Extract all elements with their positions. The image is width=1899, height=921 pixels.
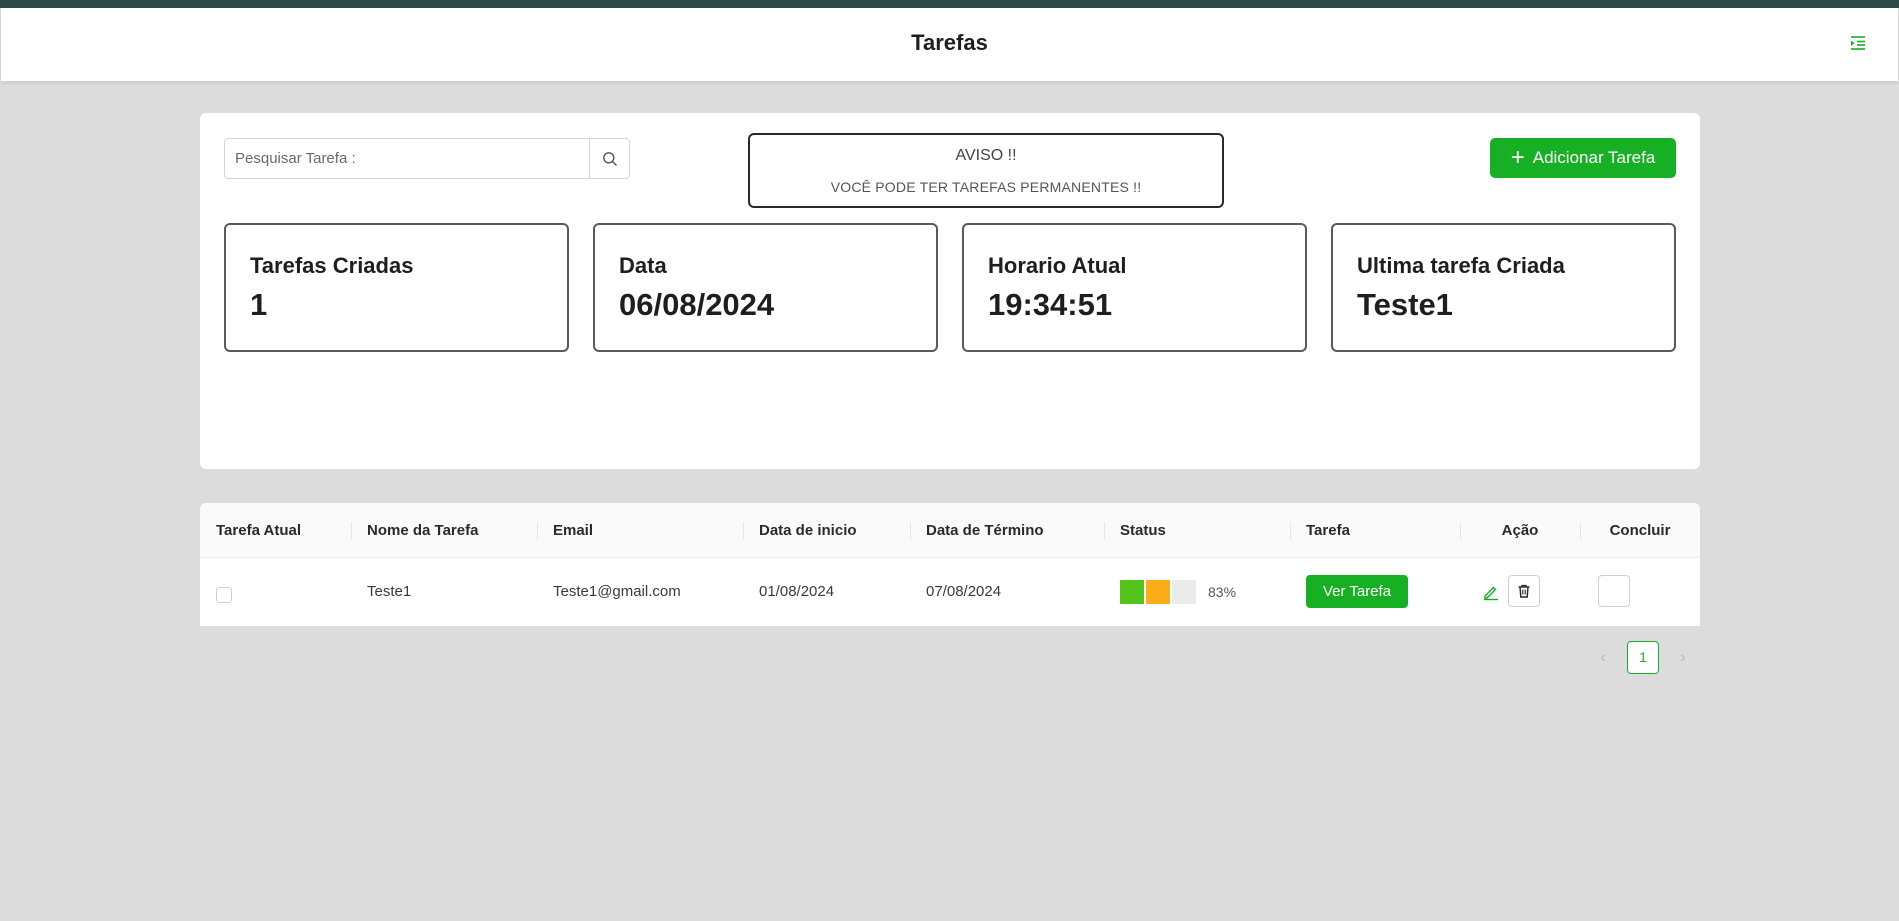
col-status: Status [1120, 522, 1166, 539]
card-value: 19:34:51 [988, 287, 1113, 322]
col-email: Email [553, 522, 594, 539]
app-header: Tarefas [1, 8, 1898, 81]
col-task-name: Nome da Tarefa [367, 522, 479, 539]
dashboard-panel: AVISO !! VOCÊ PODE TER TAREFAS PERMANENT… [200, 113, 1700, 469]
email-cell: Teste1@gmail.com [553, 583, 681, 600]
prev-page-icon[interactable]: ‹ [1591, 641, 1615, 674]
status-progress: 83% [1120, 579, 1236, 605]
card-label: Tarefas Criadas [250, 253, 414, 278]
col-task: Tarefa [1306, 522, 1350, 539]
card-label: Data [619, 253, 667, 278]
start-date-cell: 01/08/2024 [759, 583, 835, 600]
col-complete: Concluir [1609, 522, 1671, 539]
search-box [224, 138, 630, 179]
edit-icon[interactable] [1482, 583, 1500, 601]
tasks-table: Tarefa Atual Nome da Tarefa Email Data d… [200, 503, 1700, 626]
col-start-date: Data de inicio [759, 522, 857, 539]
end-date-cell: 07/08/2024 [926, 583, 1002, 600]
col-action: Ação [1501, 522, 1539, 539]
window-top-strip [0, 0, 1899, 8]
table-header: Tarefa Atual Nome da Tarefa Email Data d… [200, 503, 1700, 558]
search-button[interactable] [589, 139, 629, 178]
status-segment [1146, 580, 1170, 604]
add-task-label: Adicionar Tarefa [1532, 148, 1656, 167]
add-task-button[interactable]: + Adicionar Tarefa [1490, 138, 1676, 178]
status-segment [1172, 580, 1196, 604]
menu-unfold-icon[interactable] [1848, 33, 1868, 53]
plus-icon: + [1510, 144, 1525, 171]
current-task-checkbox[interactable] [216, 587, 232, 603]
card-created-tasks: Tarefas Criadas 1 [224, 223, 569, 352]
card-label: Horario Atual [988, 253, 1127, 278]
warning-message: VOCÊ PODE TER TAREFAS PERMANENTES !! [830, 179, 1142, 195]
view-task-button[interactable]: Ver Tarefa [1306, 575, 1408, 608]
card-label: Ultima tarefa Criada [1357, 253, 1565, 278]
search-input[interactable] [225, 139, 589, 178]
warning-title: AVISO !! [955, 147, 1017, 164]
card-value: 1 [250, 287, 268, 322]
delete-button[interactable] [1508, 575, 1540, 607]
page-number-button[interactable]: 1 [1627, 641, 1659, 674]
card-last-task: Ultima tarefa Criada Teste1 [1331, 223, 1676, 352]
card-value: Teste1 [1357, 287, 1453, 322]
warning-box: AVISO !! VOCÊ PODE TER TAREFAS PERMANENT… [748, 133, 1224, 208]
col-current-task: Tarefa Atual [216, 522, 302, 539]
trash-icon [1518, 584, 1530, 598]
table-row: Teste1 Teste1@gmail.com 01/08/2024 07/08… [200, 558, 1700, 626]
card-value: 06/08/2024 [619, 287, 775, 322]
status-percent: 83% [1208, 584, 1237, 600]
card-current-time: Horario Atual 19:34:51 [962, 223, 1307, 352]
card-date: Data 06/08/2024 [593, 223, 938, 352]
task-name-cell: Teste1 [367, 583, 412, 600]
search-icon [602, 151, 617, 166]
page-title: Tarefas [911, 30, 988, 55]
next-page-icon[interactable]: › [1671, 641, 1695, 674]
col-end-date: Data de Término [926, 522, 1044, 539]
complete-task-button[interactable] [1598, 575, 1630, 607]
status-segment [1120, 580, 1144, 604]
